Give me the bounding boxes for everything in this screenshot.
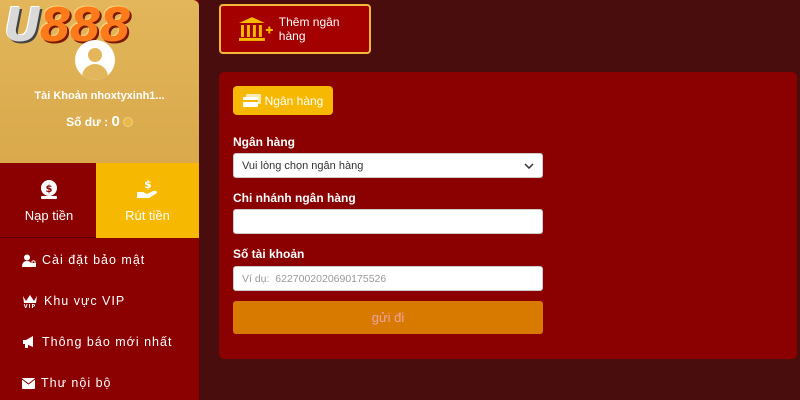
deposit-label: Nạp tiền — [24, 207, 74, 223]
bank-select-value: Vui lòng chọn ngân hàng — [242, 159, 364, 172]
profile-card: U888 Tài Khoản nhoxtyxinh1... Số dư : 0 — [0, 0, 199, 163]
sidebar: U888 Tài Khoản nhoxtyxinh1... Số dư : 0 … — [0, 0, 199, 400]
account-number-field[interactable] — [233, 266, 543, 291]
balance: Số dư : 0 — [0, 113, 199, 130]
account-name: Tài Khoản nhoxtyxinh1... — [34, 90, 165, 102]
menu-label: Thư nội bộ — [41, 376, 112, 390]
bank-field-label: Ngân hàng — [233, 135, 295, 149]
balance-label: Số dư : — [66, 115, 109, 129]
svg-text:$: $ — [144, 178, 152, 191]
menu-item-notifications[interactable]: Thông báo mới nhất — [22, 332, 172, 352]
user-lock-icon — [22, 254, 36, 267]
crown-vip-icon: VIP — [23, 295, 37, 308]
hand-money-icon: $ — [136, 178, 157, 198]
menu-item-inbox[interactable]: Thư nội bộ — [22, 373, 112, 393]
svg-text:VIP: VIP — [24, 304, 36, 308]
menu-label: Thông báo mới nhất — [42, 335, 173, 349]
branch-field[interactable] — [233, 209, 543, 234]
coin-icon — [122, 117, 133, 127]
menu-label: Cài đặt bảo mật — [42, 253, 146, 267]
withdraw-button[interactable]: $ Rút tiền — [96, 163, 199, 238]
bank-add-icon — [238, 17, 273, 41]
tab-bank[interactable]: Ngân hàng — [233, 86, 333, 115]
chevron-down-icon — [524, 162, 534, 169]
brand-logo[interactable]: U888 — [4, 2, 131, 48]
account-field-label: Số tài khoản — [233, 247, 305, 261]
account-number-input[interactable] — [242, 267, 534, 290]
submit-button[interactable]: gửi đi — [233, 301, 543, 334]
menu-item-security[interactable]: Cài đặt bảo mật — [22, 250, 145, 270]
balance-value: 0 — [111, 113, 120, 130]
bank-form-panel: Ngân hàng Ngân hàng Vui lòng chọn ngân h… — [219, 72, 797, 359]
megaphone-icon — [23, 335, 33, 348]
envelope-icon — [22, 377, 35, 389]
withdraw-label: Rút tiền — [125, 208, 170, 223]
add-bank-button[interactable]: Thêm ngân hàng — [219, 4, 371, 54]
menu-label: Khu vực VIP — [44, 294, 126, 308]
menu-item-vip[interactable]: VIP Khu vực VIP — [22, 291, 125, 311]
money-bag-icon: $ — [41, 179, 57, 199]
deposit-button[interactable]: $ Nạp tiền — [0, 163, 99, 238]
avatar[interactable] — [75, 40, 115, 80]
svg-text:$: $ — [46, 184, 53, 195]
bank-select[interactable]: Vui lòng chọn ngân hàng — [233, 153, 543, 178]
branch-input[interactable] — [242, 210, 534, 233]
add-bank-label: Thêm ngân hàng — [278, 15, 340, 43]
card-icon — [242, 94, 261, 107]
branch-field-label: Chi nhánh ngân hàng — [233, 191, 356, 205]
tab-label: Ngân hàng — [264, 93, 324, 108]
